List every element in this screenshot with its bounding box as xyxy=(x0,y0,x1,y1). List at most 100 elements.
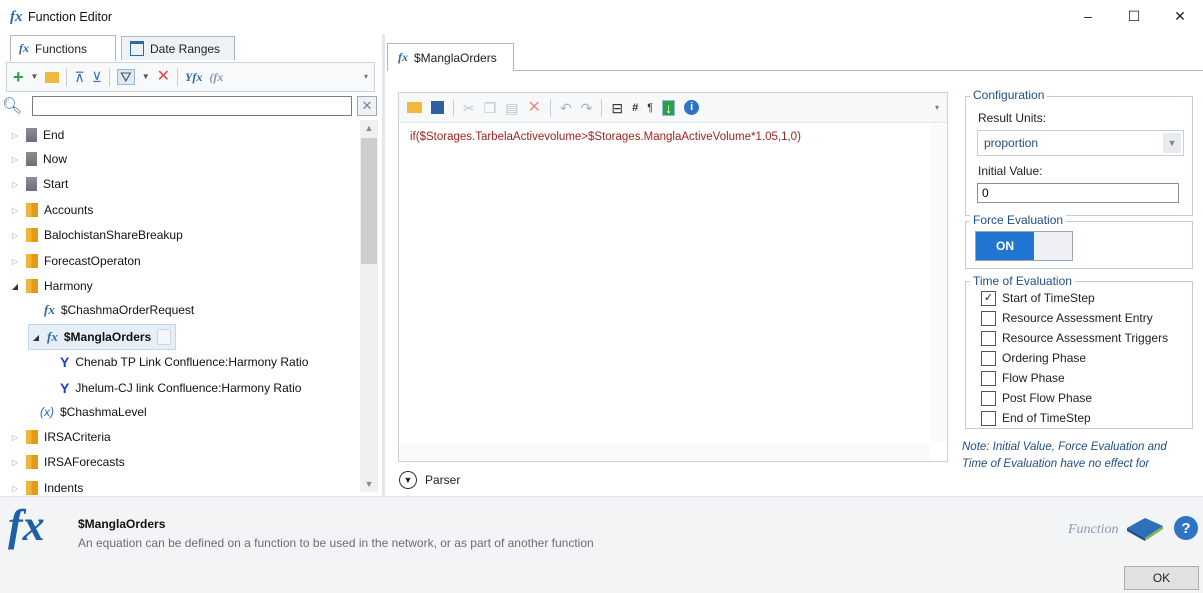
checkbox-start-of-timestep[interactable]: ✓ Start of TimeStep xyxy=(981,289,1095,307)
save-icon[interactable] xyxy=(431,101,444,114)
chevron-down-icon[interactable]: ◢ xyxy=(31,333,41,342)
chevron-down-icon[interactable]: ▼ xyxy=(142,70,150,84)
checkmark-icon[interactable]: ✓ xyxy=(981,290,996,306)
add-icon[interactable]: + xyxy=(13,68,24,86)
tree-item-irsa-criteria[interactable]: ▷ IRSACriteria xyxy=(10,426,111,448)
redo-icon[interactable]: ↷ xyxy=(581,101,593,115)
toolbar-separator xyxy=(453,98,454,117)
chevron-down-icon[interactable]: ◢ xyxy=(10,282,20,291)
copy-icon[interactable]: ❐ xyxy=(484,101,497,115)
chevron-right-icon[interactable]: ▷ xyxy=(10,257,20,266)
tree-item-label: Jhelum-CJ link Confluence:Harmony Ratio xyxy=(75,381,302,395)
checkbox-box[interactable] xyxy=(981,410,996,426)
function-disabled-icon[interactable]: (fx xyxy=(209,70,223,84)
chevron-down-icon[interactable]: ▼ xyxy=(31,70,39,84)
ok-button[interactable]: OK xyxy=(1124,566,1199,590)
pilcrow-icon[interactable]: ¶ xyxy=(647,101,653,115)
checkbox-resource-assessment-entry[interactable]: Resource Assessment Entry xyxy=(981,309,1153,327)
close-button[interactable]: ✕ xyxy=(1157,0,1203,32)
minimize-button[interactable]: – xyxy=(1065,0,1111,32)
filter-icon[interactable]: ⛛ xyxy=(116,69,135,85)
chevron-down-icon[interactable]: ▼ xyxy=(1163,133,1181,153)
scroll-up-icon[interactable]: ▲ xyxy=(360,120,378,136)
chevron-right-icon[interactable]: ▷ xyxy=(10,206,20,215)
delete-icon[interactable]: ✕ xyxy=(528,99,541,115)
chevron-down-icon[interactable]: ▼ xyxy=(399,471,417,489)
open-icon[interactable] xyxy=(407,102,422,113)
folder-icon xyxy=(26,128,37,142)
info-bar xyxy=(0,496,1203,564)
delete-icon[interactable]: ✕ xyxy=(157,69,170,85)
chevron-right-icon[interactable]: ▷ xyxy=(10,231,20,240)
help-icon[interactable]: ? xyxy=(1174,516,1198,540)
panel-splitter[interactable] xyxy=(382,34,385,496)
function-slot-icon[interactable]: Yfx xyxy=(185,70,202,84)
expression-text[interactable]: if($Storages.TarbelaActivevolume>$Storag… xyxy=(410,131,801,143)
tab-date-ranges[interactable]: Date Ranges xyxy=(121,36,235,60)
editor-horizontal-scrollbar[interactable] xyxy=(399,444,930,460)
chevron-right-icon[interactable]: ▷ xyxy=(10,180,20,189)
clear-search-icon[interactable]: ✕ xyxy=(357,96,377,116)
chevron-right-icon[interactable]: ▷ xyxy=(10,131,20,140)
checkbox-end-of-timestep[interactable]: End of TimeStep xyxy=(981,409,1091,427)
expression-editor[interactable] xyxy=(398,92,948,462)
tree-item-balochistan[interactable]: ▷ BalochistanShareBreakup xyxy=(10,224,183,246)
chevron-right-icon[interactable]: ▷ xyxy=(10,433,20,442)
toolbar-overflow-icon[interactable]: ▾ xyxy=(364,70,368,84)
checkbox-resource-assessment-triggers[interactable]: Resource Assessment Triggers xyxy=(981,329,1168,347)
toolbar-overflow-icon[interactable]: ▾ xyxy=(935,101,939,115)
paste-icon[interactable]: ▤ xyxy=(505,101,518,115)
checkbox-box[interactable] xyxy=(981,350,996,366)
tree-item-harmony[interactable]: ◢ Harmony xyxy=(10,275,93,297)
tree-item-mangla-orders[interactable]: ◢ fx $ManglaOrders xyxy=(28,324,177,350)
checkbox-ordering-phase[interactable]: Ordering Phase xyxy=(981,349,1086,367)
tree-item-accounts[interactable]: ▷ Accounts xyxy=(10,199,93,221)
force-evaluation-title: Force Evaluation xyxy=(970,213,1067,227)
checkbox-post-flow-phase[interactable]: Post Flow Phase xyxy=(981,389,1092,407)
result-units-select[interactable]: proportion xyxy=(977,130,1184,156)
tree-item-chashma-level[interactable]: (x) $ChashmaLevel xyxy=(40,401,147,423)
checkbox-label: Start of TimeStep xyxy=(1002,291,1095,305)
scroll-down-icon[interactable]: ▼ xyxy=(360,476,378,492)
wrap-icon[interactable]: ⊟ xyxy=(611,101,623,115)
maximize-button[interactable]: ☐ xyxy=(1111,0,1157,32)
editor-vertical-scrollbar[interactable] xyxy=(930,124,946,442)
info-icon[interactable]: i xyxy=(684,100,700,115)
search-input[interactable] xyxy=(32,96,352,116)
tree-item-start[interactable]: ▷ Start xyxy=(10,173,68,195)
tree-item-label: Harmony xyxy=(44,279,93,293)
checkbox-box[interactable] xyxy=(981,310,996,326)
tree-item-now[interactable]: ▷ Now xyxy=(10,148,67,170)
chevron-right-icon[interactable]: ▷ xyxy=(10,458,20,467)
hash-icon[interactable]: # xyxy=(632,101,638,115)
expand-all-icon[interactable]: ⊻ xyxy=(92,70,102,84)
chevron-right-icon[interactable]: ▷ xyxy=(10,155,20,164)
initial-value-field[interactable] xyxy=(977,183,1179,203)
insert-icon[interactable]: ↓ xyxy=(662,99,676,116)
tree-item-label: End xyxy=(43,128,65,142)
tree-item-end[interactable]: ▷ End xyxy=(10,124,64,146)
toggle-on-state[interactable]: ON xyxy=(976,232,1034,260)
tree-item-jhelum-slot[interactable]: Y Jhelum-CJ link Confluence:Harmony Rati… xyxy=(60,377,301,399)
tree-item-chenab-slot[interactable]: Y Chenab TP Link Confluence:Harmony Rati… xyxy=(60,351,308,373)
tab-functions[interactable]: fx Functions xyxy=(10,35,116,61)
tree-item-forecast[interactable]: ▷ ForecastOperaton xyxy=(10,250,141,272)
folder-icon xyxy=(26,152,37,166)
checkbox-box[interactable] xyxy=(981,370,996,386)
tree-item-label: BalochistanShareBreakup xyxy=(44,228,183,242)
checkbox-box[interactable] xyxy=(981,390,996,406)
tree-item-chashma-order[interactable]: fx $ChashmaOrderRequest xyxy=(44,299,194,321)
checkbox-flow-phase[interactable]: Flow Phase xyxy=(981,369,1065,387)
checkbox-box[interactable] xyxy=(981,330,996,346)
undo-icon[interactable]: ↶ xyxy=(560,101,572,115)
open-folder-icon[interactable] xyxy=(45,71,60,83)
collapse-all-icon[interactable]: ⊼ xyxy=(74,70,84,84)
checkbox-label: Resource Assessment Triggers xyxy=(1002,331,1169,345)
chevron-right-icon[interactable]: ▷ xyxy=(10,484,20,493)
cut-icon[interactable]: ✂ xyxy=(463,101,475,115)
tree-scrollbar-thumb[interactable] xyxy=(361,138,377,264)
parser-expander[interactable]: ▼ Parser xyxy=(399,470,460,490)
folder-icon xyxy=(26,481,38,495)
tab-editor[interactable]: fx $ManglaOrders xyxy=(387,43,514,71)
tree-item-irsa-forecasts[interactable]: ▷ IRSAForecasts xyxy=(10,451,125,473)
